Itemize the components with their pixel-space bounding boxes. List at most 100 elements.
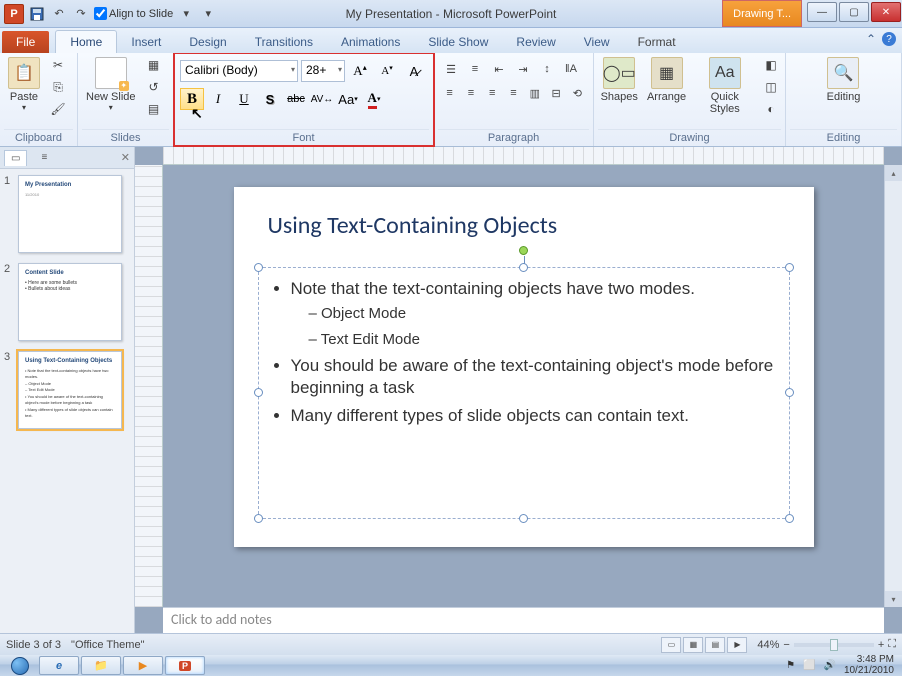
line-spacing-icon[interactable]: ↕: [536, 59, 558, 79]
smartart-icon[interactable]: ⟲: [568, 83, 587, 103]
panel-tab-slides[interactable]: ▭: [4, 150, 27, 166]
resize-handle[interactable]: [254, 388, 263, 397]
contextual-tab-drawing[interactable]: Drawing T...: [722, 0, 802, 27]
thumbnail-3[interactable]: Using Text-Containing Objects• Note that…: [18, 351, 122, 429]
content-textbox[interactable]: Note that the text-containing objects ha…: [258, 267, 790, 519]
taskbar-explorer[interactable]: 📁: [81, 656, 121, 675]
tab-view[interactable]: View: [570, 31, 624, 53]
close-button[interactable]: ✕: [871, 2, 901, 22]
notes-pane[interactable]: Click to add notes: [163, 607, 884, 633]
tab-format[interactable]: Format: [624, 31, 690, 53]
tab-animations[interactable]: Animations: [327, 31, 414, 53]
shapes-button[interactable]: ◯▭Shapes: [598, 55, 640, 105]
paste-button[interactable]: 📋 Paste▾: [4, 55, 44, 114]
zoom-in-icon[interactable]: +: [878, 639, 884, 651]
maximize-button[interactable]: ▢: [839, 2, 869, 22]
minimize-ribbon-icon[interactable]: ⌃: [866, 32, 876, 46]
thumb-row[interactable]: 1 My Presentation11/2010: [4, 175, 130, 253]
taskbar-media[interactable]: ▶: [123, 656, 163, 675]
start-button[interactable]: [2, 655, 38, 676]
fit-window-icon[interactable]: ⛶: [888, 638, 896, 651]
scroll-down-icon[interactable]: ▾: [885, 591, 902, 607]
taskbar-powerpoint[interactable]: P: [165, 656, 205, 675]
panel-tab-outline[interactable]: ≡: [35, 150, 53, 165]
resize-handle[interactable]: [519, 263, 528, 272]
tab-design[interactable]: Design: [175, 31, 240, 53]
tab-home[interactable]: Home: [55, 30, 117, 53]
resize-handle[interactable]: [254, 263, 263, 272]
tab-insert[interactable]: Insert: [117, 31, 175, 53]
font-family-combo[interactable]: Calibri (Body)▾: [180, 60, 298, 82]
align-left-icon[interactable]: ≡: [440, 83, 459, 103]
redo-icon[interactable]: ↷: [72, 5, 90, 23]
strikethrough-button[interactable]: abc: [284, 88, 308, 110]
arrange-button[interactable]: ▦Arrange: [644, 55, 688, 105]
canvas[interactable]: Using Text-Containing Objects Note that …: [163, 165, 884, 607]
align-dropdown-icon[interactable]: ▾: [177, 5, 195, 23]
shadow-button[interactable]: S: [258, 88, 282, 110]
align-right-icon[interactable]: ≡: [483, 83, 502, 103]
shape-effects-icon[interactable]: ◐: [761, 99, 781, 119]
section-icon[interactable]: ▤: [144, 99, 164, 119]
tray-volume-icon[interactable]: 🔊: [823, 660, 835, 671]
zoom-slider[interactable]: [794, 643, 874, 647]
new-slide-button[interactable]: ✦ New Slide▾: [82, 55, 140, 114]
slide[interactable]: Using Text-Containing Objects Note that …: [234, 187, 814, 547]
font-color-button[interactable]: A▾: [362, 88, 386, 110]
vertical-scrollbar[interactable]: ▴ ▾: [884, 165, 902, 607]
thumb-row[interactable]: 2 Content Slide• Here are some bullets •…: [4, 263, 130, 341]
zoom-thumb[interactable]: [830, 639, 838, 651]
clear-formatting-icon[interactable]: A̷: [402, 60, 426, 82]
resize-handle[interactable]: [785, 514, 794, 523]
qat-customize-icon[interactable]: ▾: [199, 5, 217, 23]
taskbar-ie[interactable]: e: [39, 656, 79, 675]
align-to-slide-toggle[interactable]: Align to Slide: [94, 7, 173, 20]
format-painter-icon[interactable]: 🖌: [48, 99, 68, 119]
bold-button[interactable]: B↖: [180, 88, 204, 110]
char-spacing-button[interactable]: AV↔: [310, 88, 334, 110]
shape-fill-icon[interactable]: ◧: [761, 55, 781, 75]
panel-close-icon[interactable]: ✕: [121, 151, 130, 164]
thumbnail-2[interactable]: Content Slide• Here are some bullets • B…: [18, 263, 122, 341]
shape-outline-icon[interactable]: ◫: [761, 77, 781, 97]
italic-button[interactable]: I: [206, 88, 230, 110]
tab-review[interactable]: Review: [502, 31, 569, 53]
app-icon[interactable]: P: [4, 4, 24, 24]
align-checkbox[interactable]: [94, 7, 107, 20]
numbering-icon[interactable]: ≡: [464, 59, 486, 79]
reading-view-icon[interactable]: ▤: [705, 637, 725, 653]
resize-handle[interactable]: [254, 514, 263, 523]
justify-icon[interactable]: ≡: [504, 83, 523, 103]
zoom-out-icon[interactable]: −: [783, 639, 789, 651]
ruler-vertical[interactable]: [135, 165, 163, 607]
normal-view-icon[interactable]: ▭: [661, 637, 681, 653]
align-text-icon[interactable]: ⊟: [546, 83, 565, 103]
copy-icon[interactable]: ⎘: [48, 77, 68, 97]
slideshow-view-icon[interactable]: ▶: [727, 637, 747, 653]
text-direction-icon[interactable]: ‖A: [560, 59, 582, 79]
tab-transitions[interactable]: Transitions: [241, 31, 327, 53]
align-center-icon[interactable]: ≡: [461, 83, 480, 103]
help-icon[interactable]: ?: [882, 32, 896, 46]
font-size-combo[interactable]: 28+▾: [301, 60, 345, 82]
cut-icon[interactable]: ✂: [48, 55, 68, 75]
decrease-indent-icon[interactable]: ⇤: [488, 59, 510, 79]
undo-icon[interactable]: ↶: [50, 5, 68, 23]
reset-icon[interactable]: ↺: [144, 77, 164, 97]
quick-styles-button[interactable]: AaQuick Styles: [693, 55, 757, 117]
rotate-handle[interactable]: [519, 246, 528, 255]
sorter-view-icon[interactable]: ▦: [683, 637, 703, 653]
underline-button[interactable]: U: [232, 88, 256, 110]
resize-handle[interactable]: [785, 263, 794, 272]
thumbnail-1[interactable]: My Presentation11/2010: [18, 175, 122, 253]
editing-button[interactable]: 🔍Editing: [823, 55, 865, 105]
bullet-list[interactable]: Note that the text-containing objects ha…: [273, 278, 775, 427]
change-case-button[interactable]: Aa▾: [336, 88, 360, 110]
minimize-button[interactable]: —: [807, 2, 837, 22]
slide-title[interactable]: Using Text-Containing Objects: [268, 211, 780, 240]
bullets-icon[interactable]: ☰: [440, 59, 462, 79]
save-icon[interactable]: [28, 5, 46, 23]
layout-icon[interactable]: ▦: [144, 55, 164, 75]
columns-icon[interactable]: ▥: [525, 83, 544, 103]
thumb-row[interactable]: 3 Using Text-Containing Objects• Note th…: [4, 351, 130, 429]
